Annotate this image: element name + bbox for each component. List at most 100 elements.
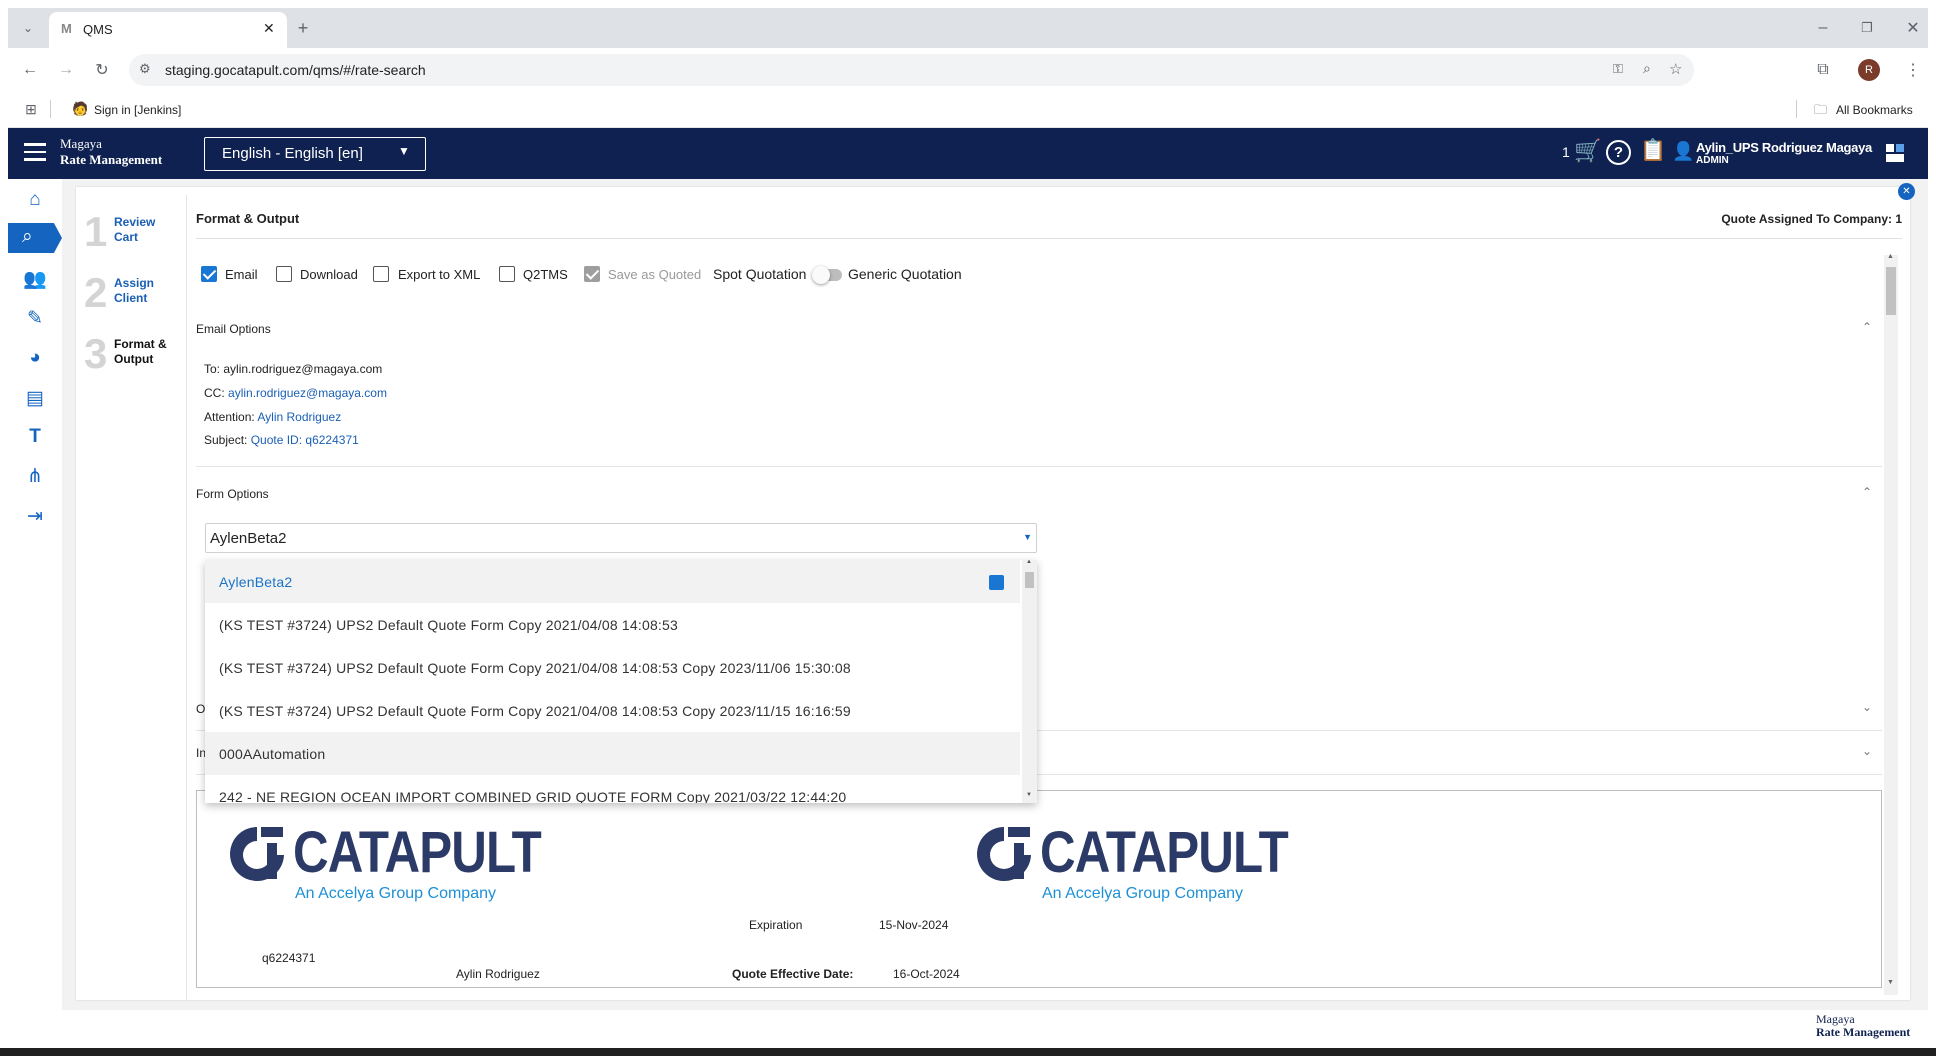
save-as-quoted-label: Save as Quoted (608, 267, 702, 282)
export-xml-checkbox[interactable] (373, 266, 389, 282)
form-select[interactable]: AylenBeta2 ▼ (205, 523, 1037, 553)
user-name[interactable]: Aylin_UPS Rodriguez Magaya (1696, 140, 1872, 155)
form-option-item[interactable]: 242 - NE REGION OCEAN IMPORT COMBINED GR… (205, 775, 1020, 804)
email-attention-line: Attention: Aylin Rodriguez (204, 410, 342, 424)
email-checkbox[interactable] (201, 266, 217, 282)
url-text: staging.gocatapult.com/qms/#/rate-search (165, 62, 426, 78)
close-tab-icon[interactable]: ✕ (263, 20, 275, 37)
step-number: 3 (84, 330, 108, 377)
step-label: Review Cart (114, 215, 156, 244)
form-option-item[interactable]: 000AAutomation (205, 732, 1020, 775)
sidebar-chart-icon[interactable]: ◕ (8, 341, 62, 375)
download-option-label: Download (300, 267, 358, 282)
user-role: ADMIN (1696, 155, 1729, 166)
browser-tab-bar: ⌄ M QMS ✕ + – ❐ ✕ (8, 8, 1928, 48)
browser-tab[interactable]: M QMS ✕ (49, 12, 287, 48)
back-icon[interactable]: ← (20, 60, 40, 80)
step-format-output[interactable]: 3 Format & Output (84, 331, 184, 381)
sidebar-search-active[interactable]: ⌕ (8, 223, 62, 253)
close-panel-icon[interactable]: ✕ (1898, 183, 1915, 200)
close-window-icon[interactable]: ✕ (1903, 18, 1923, 38)
expiration-label: Expiration (749, 918, 803, 932)
password-key-icon[interactable]: ⚿ (1613, 61, 1623, 77)
spot-quotation-label: Spot Quotation (713, 266, 807, 282)
folder-icon: 🗀 (1814, 102, 1828, 117)
forward-icon[interactable]: → (56, 60, 76, 80)
form-option-item[interactable]: (KS TEST #3724) UPS2 Default Quote Form … (205, 689, 1020, 732)
bookmark-jenkins[interactable]: Sign in [Jenkins] (94, 103, 181, 117)
apps-switcher-icon[interactable] (1886, 144, 1905, 163)
dropdown-scrollbar[interactable]: ▲ ▼ (1022, 560, 1037, 803)
download-checkbox[interactable] (276, 266, 292, 282)
form-option-item[interactable]: (KS TEST #3724) UPS2 Default Quote Form … (205, 603, 1020, 646)
quote-assigned-label: Quote Assigned To Company: 1 (1721, 212, 1902, 226)
catapult-mark-icon (977, 827, 1031, 881)
expiration-value: 15-Nov-2024 (879, 918, 949, 932)
restore-icon[interactable]: ❐ (1857, 18, 1877, 38)
minimize-icon[interactable]: – (1813, 18, 1833, 38)
q2tms-checkbox[interactable] (499, 266, 515, 282)
email-to-value: aylin.rodriguez@magaya.com (223, 362, 383, 376)
reload-icon[interactable]: ↻ (92, 60, 112, 80)
scrollbar-thumb[interactable] (1886, 267, 1896, 315)
language-select[interactable]: English - English [en] ▼ (204, 137, 426, 171)
brand-line-1: Magaya (60, 136, 102, 151)
email-options-title: Email Options (196, 322, 271, 336)
footer-brand: Magaya Rate Management (1816, 1012, 1911, 1039)
browser-toolbar: ← → ↻ ⚙ staging.gocatapult.com/qms/#/rat… (8, 48, 1928, 92)
step-review-cart[interactable]: 1 Review Cart (84, 209, 184, 259)
catapult-logo-right: CATAPULT An Accelya Group Company (974, 821, 1289, 911)
all-bookmarks[interactable]: All Bookmarks (1836, 103, 1913, 117)
form-select-value: AylenBeta2 (210, 530, 287, 547)
language-value: English - English [en] (222, 145, 363, 162)
email-subject-line: Subject: Quote ID: q6224371 (204, 433, 359, 447)
profile-avatar[interactable]: R (1858, 59, 1880, 81)
zoom-icon[interactable]: ⌕ (1643, 60, 1651, 77)
help-icon[interactable]: ? (1606, 140, 1631, 165)
expand-section-1-icon[interactable]: ⌄ (1862, 700, 1872, 714)
q2tms-option-label: Q2TMS (523, 267, 568, 282)
site-info-icon[interactable]: ⚙ (139, 61, 151, 77)
quotation-type-toggle[interactable] (812, 266, 842, 284)
tab-search-icon[interactable]: ⌄ (18, 18, 38, 38)
bookmark-star-icon[interactable]: ☆ (1669, 60, 1682, 78)
form-options-title: Form Options (196, 487, 269, 501)
gmail-favicon-icon: M (61, 21, 72, 36)
quote-preview: CATAPULT An Accelya Group Company CATAPU… (196, 790, 1882, 988)
form-option-item[interactable]: (KS TEST #3724) UPS2 Default Quote Form … (205, 646, 1020, 689)
preview-contact: Aylin Rodriguez (456, 967, 540, 981)
sidebar-logout-icon[interactable]: ⇥ (8, 499, 62, 533)
step-assign-client[interactable]: 2 Assign Client (84, 270, 184, 320)
bookmarks-bar: ⊞ 🧑 Sign in [Jenkins] 🗀 All Bookmarks (8, 92, 1928, 128)
sidebar-search-icon: ⌕ (22, 226, 33, 247)
sidebar-contacts-icon[interactable]: 👥 (8, 262, 62, 296)
sidebar-network-icon[interactable]: ⋔ (8, 459, 62, 493)
browser-menu-icon[interactable]: ⋮ (1903, 60, 1923, 80)
caret-down-icon: ▼ (1023, 532, 1032, 542)
user-icon[interactable]: 👤 (1672, 141, 1694, 162)
collapse-email-options-icon[interactable]: ⌃ (1862, 320, 1872, 334)
dropdown-scrollbar-thumb[interactable] (1025, 572, 1034, 588)
collapse-form-options-icon[interactable]: ⌃ (1862, 485, 1872, 499)
new-tab-icon[interactable]: + (293, 18, 313, 38)
notes-icon[interactable]: 📋 (1640, 139, 1666, 163)
step-number: 2 (84, 269, 108, 316)
email-to-line: To: aylin.rodriguez@magaya.com (204, 362, 383, 376)
extensions-icon[interactable]: ⧉ (1813, 60, 1833, 80)
taskbar-strip (0, 1048, 1936, 1056)
logo-word: CATAPULT (293, 820, 542, 885)
address-bar[interactable]: ⚙ staging.gocatapult.com/qms/#/rate-sear… (129, 54, 1694, 86)
sidebar-comments-icon[interactable]: ▤ (8, 381, 62, 415)
brand-line-2: Rate Management (60, 152, 163, 167)
apps-grid-icon[interactable]: ⊞ (22, 100, 40, 118)
brand-logo: Magaya Rate Management (60, 136, 162, 168)
sidebar-home-icon[interactable]: ⌂ (8, 183, 62, 217)
sidebar-text-icon[interactable]: T (8, 420, 62, 454)
collapsed-section-1[interactable]: O (196, 702, 205, 716)
expand-section-2-icon[interactable]: ⌄ (1862, 744, 1872, 758)
panel-scrollbar[interactable]: ▲ ▼ (1884, 253, 1898, 995)
cart-icon[interactable]: 🛒 (1574, 138, 1601, 164)
form-option-item[interactable]: AylenBeta2 (205, 560, 1020, 603)
hamburger-menu-icon[interactable] (24, 143, 46, 161)
sidebar-edit-icon[interactable]: ✎ (8, 301, 62, 335)
